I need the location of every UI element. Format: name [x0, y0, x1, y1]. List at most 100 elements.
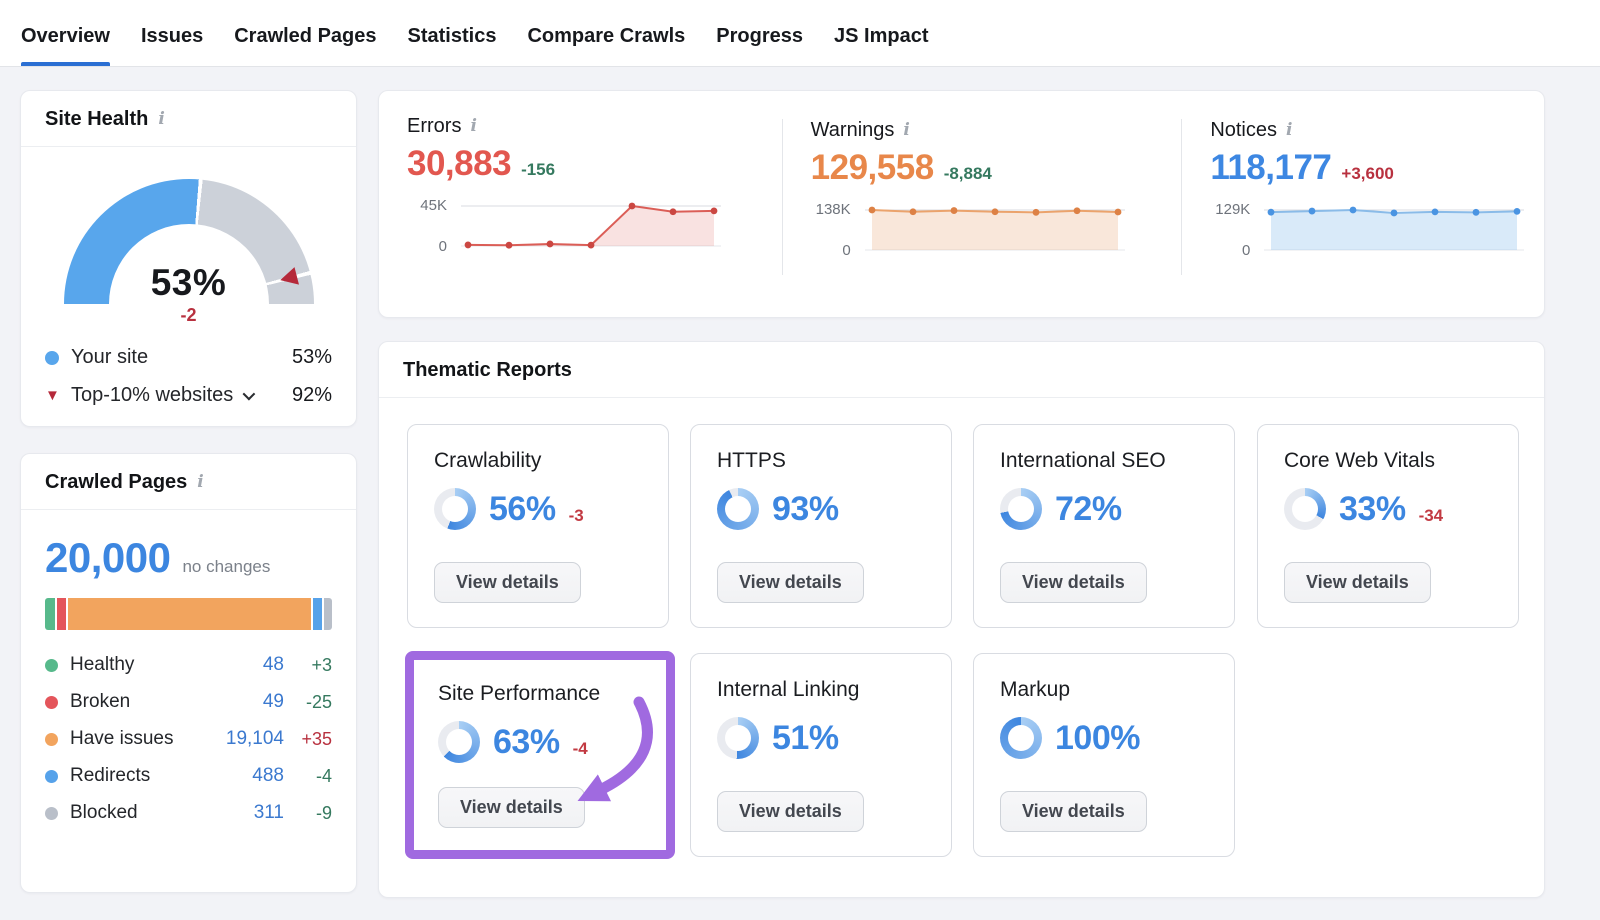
international-seo-card: International SEO 72% View details: [973, 424, 1235, 628]
view-details-button[interactable]: View details: [1284, 562, 1431, 603]
crawled-pages-subtitle: no changes: [182, 557, 270, 577]
card-percent: 93%: [772, 490, 839, 529]
view-details-button[interactable]: View details: [1000, 562, 1147, 603]
legend-count: 19,104: [226, 728, 284, 750]
warnings-sparkline: [865, 200, 1125, 258]
tab-progress[interactable]: Progress: [716, 25, 803, 66]
notices-label: Notices: [1210, 119, 1277, 142]
bar-segment-have-issues: [68, 598, 311, 630]
progress-ring-icon: [1284, 488, 1326, 530]
card-title: Internal Linking: [717, 678, 859, 702]
y-axis-zero-label: 0: [439, 238, 447, 255]
site-health-header: Site Health i: [21, 91, 356, 147]
errors-sparkline: [461, 196, 721, 254]
view-details-button[interactable]: View details: [717, 791, 864, 832]
crawled-pages-legend-row: Broken49-25: [45, 691, 332, 713]
chevron-down-icon[interactable]: [243, 388, 256, 401]
legend-label: Have issues: [70, 728, 174, 750]
card-delta: -34: [1419, 506, 1444, 530]
crawlability-card: Crawlability 56% -3 View details: [407, 424, 669, 628]
legend-dot-icon: [45, 696, 58, 709]
site-health-title: Site Health: [45, 108, 148, 131]
bar-segment-redirects: [313, 598, 322, 630]
card-delta: -4: [573, 739, 588, 763]
legend-count: 311: [254, 802, 284, 824]
crawled-pages-legend-row: Have issues 19,104+35: [45, 728, 332, 750]
site-health-delta: -2: [64, 305, 314, 326]
site-performance-card: Site Performance 63% -4 View details: [414, 660, 666, 850]
tab-crawled-pages[interactable]: Crawled Pages: [234, 25, 376, 66]
tab-js-impact[interactable]: JS Impact: [834, 25, 928, 66]
progress-ring-icon: [717, 488, 759, 530]
card-title: Crawlability: [434, 449, 541, 473]
issues-metrics-panel: Errors i 30,883 -156 45K 0 Warnings i 12…: [378, 90, 1545, 318]
site-health-gauge: 53% -2: [64, 179, 314, 304]
notices-delta: +3,600: [1341, 164, 1393, 184]
errors-delta: -156: [521, 160, 555, 180]
notices-sparkline: [1264, 200, 1524, 258]
card-percent: 63%: [493, 723, 560, 762]
crawled-pages-legend-row: Blocked311-9: [45, 802, 332, 824]
warnings-trend-chart: 138K 0: [811, 200, 1182, 258]
legend-label: Broken: [70, 691, 130, 713]
card-percent: 51%: [772, 719, 839, 758]
legend-label: Redirects: [70, 765, 150, 787]
card-percent: 72%: [1055, 490, 1122, 529]
red-triangle-down-icon: ▼: [45, 388, 60, 403]
info-icon[interactable]: i: [470, 118, 476, 135]
view-details-button[interactable]: View details: [438, 787, 585, 828]
card-title: Markup: [1000, 678, 1070, 702]
info-icon[interactable]: i: [158, 111, 164, 128]
info-icon[interactable]: i: [903, 122, 909, 139]
y-axis-zero-label: 0: [1242, 242, 1250, 259]
thematic-reports-title: Thematic Reports: [403, 359, 572, 382]
legend-value: 92%: [292, 384, 332, 407]
legend-label: Your site: [71, 346, 148, 369]
crawled-pages-stacked-bar: [45, 598, 332, 630]
legend-change: -9: [284, 803, 332, 824]
https-card: HTTPS 93% View details: [690, 424, 952, 628]
card-title: HTTPS: [717, 449, 786, 473]
warnings-value: 129,558: [811, 148, 934, 188]
warnings-delta: -8,884: [944, 164, 992, 184]
legend-row-top10-websites: ▼ Top-10% websites 92%: [45, 384, 332, 407]
errors-metric: Errors i 30,883 -156 45K 0: [379, 91, 782, 317]
thematic-reports-header: Thematic Reports: [379, 342, 1544, 398]
legend-change: -4: [284, 766, 332, 787]
errors-label: Errors: [407, 115, 461, 138]
errors-trend-chart: 45K 0: [407, 196, 782, 254]
bar-segment-healthy: [45, 598, 55, 630]
info-icon[interactable]: i: [197, 474, 203, 491]
view-details-button[interactable]: View details: [434, 562, 581, 603]
crawled-pages-legend: Healthy48+3Broken49-25Have issues19,104+…: [45, 654, 332, 824]
legend-row-your-site: Your site 53%: [45, 346, 332, 369]
site-performance-highlight-box: Site Performance 63% -4 View details: [405, 651, 675, 859]
view-details-button[interactable]: View details: [1000, 791, 1147, 832]
info-icon[interactable]: i: [1286, 122, 1292, 139]
bar-segment-broken: [57, 598, 66, 630]
crawled-pages-header: Crawled Pages i: [21, 454, 356, 510]
tab-statistics[interactable]: Statistics: [408, 25, 497, 66]
progress-ring-icon: [438, 721, 480, 763]
legend-label: Top-10% websites: [71, 384, 233, 407]
tab-overview[interactable]: Overview: [21, 25, 110, 66]
bar-segment-blocked: [324, 598, 332, 630]
card-percent: 56%: [489, 490, 556, 529]
legend-dot-icon: [45, 807, 58, 820]
warnings-metric: Warnings i 129,558 -8,884 138K 0: [782, 119, 1182, 275]
site-health-card: Site Health i 53% -2 Your site 53% ▼ Top…: [20, 90, 357, 427]
tab-issues[interactable]: Issues: [141, 25, 203, 66]
crawled-pages-title: Crawled Pages: [45, 471, 187, 494]
legend-change: +35: [284, 729, 332, 750]
internal-linking-card: Internal Linking 51% View details: [690, 653, 952, 857]
progress-ring-icon: [434, 488, 476, 530]
crawled-pages-legend-row: Redirects488-4: [45, 765, 332, 787]
notices-metric: Notices i 118,177 +3,600 129K 0: [1181, 119, 1544, 275]
legend-dot-icon: [45, 770, 58, 783]
legend-dot-icon: [45, 659, 58, 672]
view-details-button[interactable]: View details: [717, 562, 864, 603]
progress-ring-icon: [717, 717, 759, 759]
tab-compare-crawls[interactable]: Compare Crawls: [527, 25, 685, 66]
notices-trend-chart: 129K 0: [1210, 200, 1544, 258]
errors-value: 30,883: [407, 144, 511, 184]
